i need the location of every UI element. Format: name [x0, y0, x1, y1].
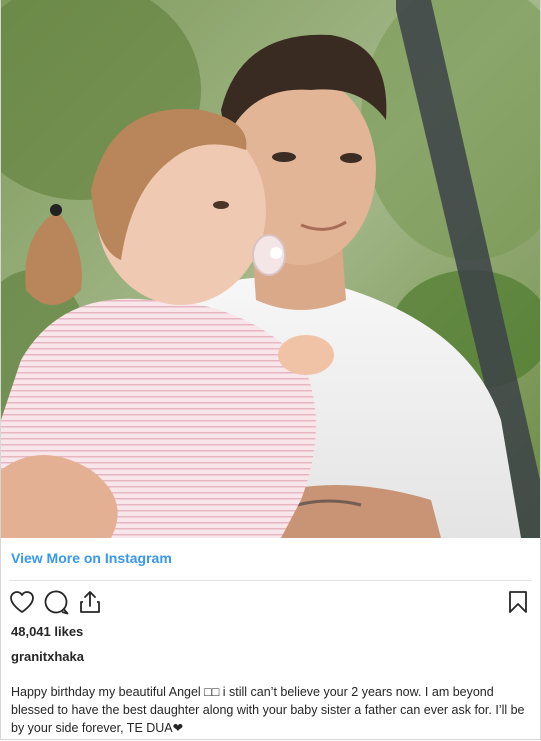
heart-icon — [10, 591, 34, 613]
instagram-embed: View More on Instagram 48,041 likes gran… — [0, 0, 541, 740]
like-count[interactable]: 48,041 likes — [11, 624, 83, 639]
save-button[interactable] — [506, 589, 530, 615]
like-button[interactable] — [9, 589, 35, 615]
post-username[interactable]: granitxhaka — [11, 649, 84, 664]
post-caption: Happy birthday my beautiful Angel □□ i s… — [11, 685, 525, 735]
bookmark-icon — [509, 591, 527, 613]
divider — [9, 580, 532, 581]
share-icon — [80, 591, 100, 613]
post-photo[interactable] — [1, 0, 540, 538]
comment-icon — [44, 590, 69, 615]
share-button[interactable] — [77, 589, 103, 615]
view-more-link[interactable]: View More on Instagram — [11, 550, 172, 566]
action-bar — [9, 589, 103, 615]
comment-button[interactable] — [43, 589, 69, 615]
post-photo-illustration — [1, 0, 540, 538]
